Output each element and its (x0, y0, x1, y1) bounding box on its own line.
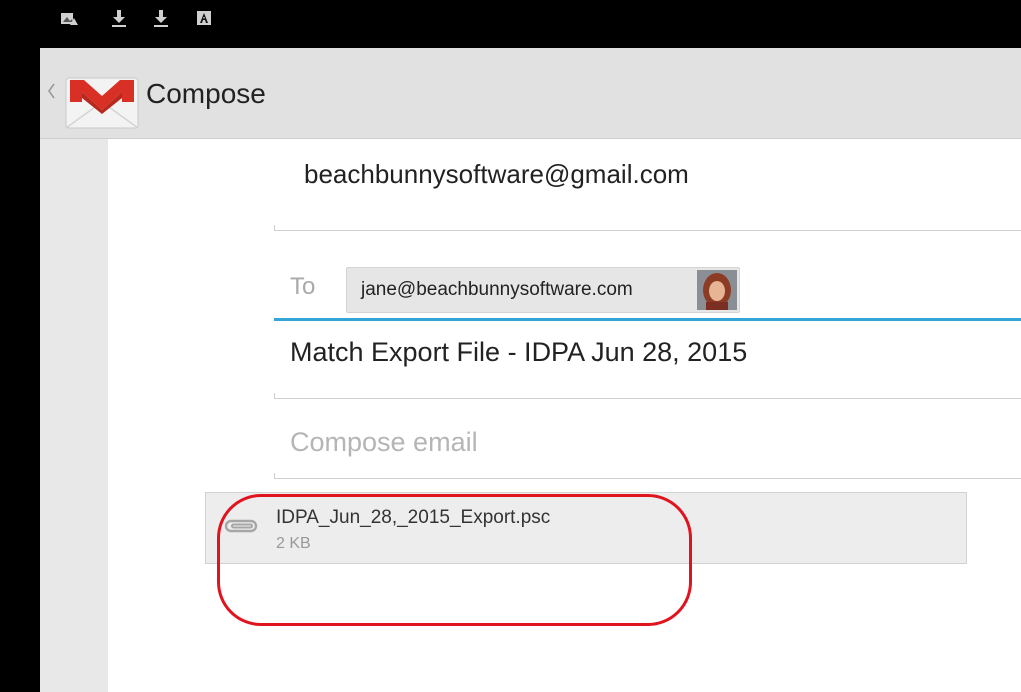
download-icon (112, 10, 126, 27)
gmail-envelope-icon[interactable] (64, 68, 140, 130)
left-margin (40, 139, 108, 692)
page-title: Compose (146, 78, 266, 109)
paperclip-icon (224, 519, 258, 533)
subject-field[interactable]: Match Export File - IDPA Jun 28, 2015 (274, 321, 1021, 399)
from-underline (274, 230, 1021, 231)
to-label: To (290, 273, 316, 300)
up-caret-icon[interactable] (46, 80, 56, 102)
contact-photo (697, 270, 737, 310)
action-bar: Compose (40, 48, 1021, 139)
keyboard-a-icon (197, 11, 211, 25)
body-underline (274, 478, 1021, 479)
from-account[interactable]: beachbunnysoftware@gmail.com (304, 159, 689, 190)
compose-form: beachbunnysoftware@gmail.com To jane@bea… (108, 139, 1021, 692)
recipient-email: jane@beachbunnysoftware.com (361, 279, 633, 300)
subject-underline-tick (274, 393, 275, 399)
body-input[interactable]: Compose email (290, 427, 478, 458)
body-underline-tick (274, 473, 275, 479)
attachment-filename: IDPA_Jun_28,_2015_Export.psc (276, 507, 551, 528)
from-underline-tick (274, 225, 275, 231)
photo-notification-icon (61, 13, 78, 25)
to-field[interactable]: To jane@beachbunnysoftware.com (274, 257, 1021, 321)
attachment-item[interactable]: IDPA_Jun_28,_2015_Export.psc 2 KB (205, 492, 967, 564)
attachment-size: 2 KB (276, 535, 311, 552)
subject-input[interactable]: Match Export File - IDPA Jun 28, 2015 (290, 337, 747, 368)
subject-underline (274, 398, 1021, 399)
recipient-chip[interactable]: jane@beachbunnysoftware.com (346, 267, 740, 313)
from-field[interactable]: beachbunnysoftware@gmail.com (274, 139, 1021, 231)
body-field[interactable]: Compose email (274, 411, 1021, 479)
download-icon (154, 10, 168, 27)
status-bar (0, 0, 1021, 48)
app-screen: Compose beachbunnysoftware@gmail.com To … (40, 48, 1021, 692)
